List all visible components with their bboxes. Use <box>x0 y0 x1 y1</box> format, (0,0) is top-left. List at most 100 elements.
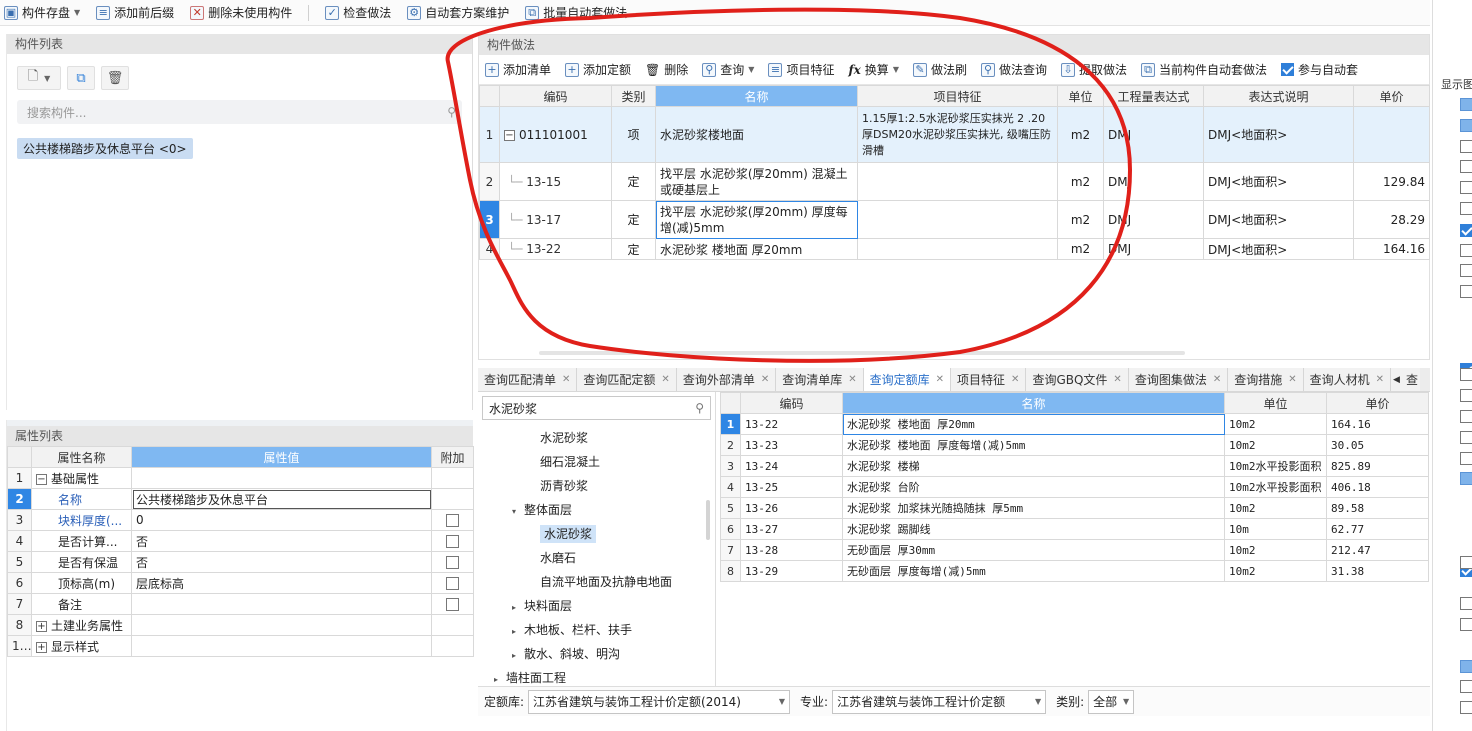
display-checkbox[interactable] <box>1460 430 1472 444</box>
close-icon[interactable]: ✕ <box>562 374 570 385</box>
quota-search-input[interactable]: 水泥砂浆 ⚲ <box>482 396 711 420</box>
display-checkbox[interactable] <box>1460 451 1472 465</box>
extra-checkbox[interactable] <box>446 535 459 548</box>
tab-gbq-file[interactable]: 查询GBQ文件 ✕ <box>1026 368 1129 391</box>
table-row[interactable]: 3 13-24 水泥砂浆 楼梯 10m2水平投影面积 825.89 <box>720 455 1429 477</box>
display-checkbox[interactable] <box>1460 139 1472 153</box>
table-row[interactable]: 5 是否有保温 否 <box>7 551 474 573</box>
delete-button[interactable]: 🗑 删除 <box>645 61 688 78</box>
tab-match-list[interactable]: 查询匹配清单 ✕ <box>478 368 578 391</box>
tree-node[interactable]: ▾ 整体面层 <box>478 498 715 522</box>
tab-list-library[interactable]: 查询清单库 ✕ <box>776 368 864 391</box>
extra-checkbox[interactable] <box>446 514 459 527</box>
query-button[interactable]: ⚲ 查询 ▼ <box>702 61 754 78</box>
display-checkbox[interactable] <box>1460 160 1472 174</box>
save-component-button[interactable]: ▣ 构件存盘 ▼ <box>4 4 80 21</box>
close-icon[interactable]: ✕ <box>936 374 944 385</box>
extra-checkbox[interactable] <box>446 556 459 569</box>
tab-measures[interactable]: 查询措施 ✕ <box>1228 368 1304 391</box>
caret-right-icon[interactable]: ▸ <box>512 620 524 644</box>
table-row[interactable]: 3 块料厚度(... 0 <box>7 509 474 531</box>
copy-component-button[interactable]: ⧉ <box>67 66 95 90</box>
display-checkbox[interactable] <box>1460 472 1472 486</box>
table-row[interactable]: 4 13-25 水泥砂浆 台阶 10m2水平投影面积 406.18 <box>720 476 1429 498</box>
display-checkbox[interactable] <box>1460 223 1472 237</box>
collapse-icon[interactable]: − <box>504 129 515 141</box>
caret-down-icon[interactable]: ▾ <box>512 500 524 524</box>
display-checkbox[interactable] <box>1460 680 1472 694</box>
add-list-button[interactable]: + 添加清单 <box>485 61 551 78</box>
extra-checkbox[interactable] <box>446 577 459 590</box>
tree-node[interactable]: 沥青砂浆 <box>478 474 715 498</box>
tree-node[interactable]: 水泥砂浆 <box>478 522 715 546</box>
add-quota-button[interactable]: + 添加定额 <box>565 61 631 78</box>
table-row[interactable]: 12 + 显示样式 <box>7 635 474 657</box>
display-checkbox[interactable] <box>1460 181 1472 195</box>
tree-node[interactable]: 细石混凝土 <box>478 450 715 474</box>
add-prefix-button[interactable]: ≡ 添加前后缀 <box>96 4 174 21</box>
display-checkbox[interactable] <box>1460 285 1472 299</box>
close-icon[interactable]: ✕ <box>761 374 769 385</box>
component-item[interactable]: 公共楼梯踏步及休息平台 <0> <box>17 138 193 159</box>
table-row[interactable]: 8 + 土建业务属性 <box>7 614 474 636</box>
expand-icon[interactable]: + <box>36 620 47 632</box>
check-method-button[interactable]: ✓ 检查做法 <box>325 4 391 21</box>
display-checkbox[interactable] <box>1460 389 1472 403</box>
close-icon[interactable]: ✕ <box>1011 374 1019 385</box>
type-select[interactable]: 全部 ▼ <box>1088 689 1135 714</box>
name-value-field[interactable]: 公共楼梯踏步及休息平台 <box>131 488 432 510</box>
table-row[interactable]: 1 − 基础属性 <box>7 467 474 489</box>
auto-plan-button[interactable]: ⚙ 自动套方案维护 <box>407 4 509 21</box>
component-search-input[interactable]: 搜索构件... ⚲ <box>17 100 462 124</box>
display-checkbox[interactable] <box>1460 618 1472 631</box>
table-row[interactable]: 6 13-27 水泥砂浆 踢脚线 10m 62.77 <box>720 518 1429 540</box>
display-checkbox[interactable] <box>1460 264 1472 278</box>
display-checkbox[interactable] <box>1460 243 1472 257</box>
batch-auto-button[interactable]: ⧉ 批量自动套做法 <box>525 4 627 21</box>
table-row[interactable]: 1 −011101001 项 水泥砂浆楼地面 1.15厚1:2.5水泥砂浆压实抹… <box>479 106 1430 163</box>
tree-node[interactable]: ▸ 块料面层 <box>478 594 715 618</box>
table-row[interactable]: 1 13-22 水泥砂浆 楼地面 厚20mm 10m2 164.16 <box>720 413 1429 435</box>
major-select[interactable]: 江苏省建筑与装饰工程计价定额 ▼ <box>832 689 1047 714</box>
horizontal-scrollbar[interactable] <box>539 351 1185 355</box>
display-checkbox[interactable] <box>1460 659 1472 673</box>
vertical-scrollbar[interactable] <box>706 500 710 540</box>
display-checkbox[interactable] <box>1460 555 1472 569</box>
close-icon[interactable]: ✕ <box>848 374 856 385</box>
tree-node[interactable]: ▸ 散水、斜坡、明沟 <box>478 642 715 666</box>
close-icon[interactable]: ✕ <box>661 374 669 385</box>
tab-quota-library[interactable]: 查询定额库 ✕ <box>863 368 952 391</box>
new-component-button[interactable]: 🗋 ▼ <box>17 66 61 90</box>
extract-method-button[interactable]: ⇩ 提取做法 <box>1061 61 1127 78</box>
collapse-icon[interactable]: − <box>36 473 47 485</box>
item-feature-button[interactable]: ≡ 项目特征 <box>768 61 834 78</box>
table-row[interactable]: 2 名称 公共楼梯踏步及休息平台 <box>7 488 474 510</box>
table-row[interactable]: 3 └─ 13-17 定 找平层 水泥砂浆(厚20mm) 厚度每增(减)5mm … <box>479 200 1430 239</box>
tab-item-feature[interactable]: 项目特征 ✕ <box>951 368 1027 391</box>
tree-node[interactable]: 水磨石 <box>478 546 715 570</box>
caret-right-icon[interactable]: ▸ <box>512 596 524 620</box>
tab-external-list[interactable]: 查询外部清单 ✕ <box>676 368 777 391</box>
table-row[interactable]: 4 是否计算... 否 <box>7 530 474 552</box>
expand-icon[interactable]: + <box>36 641 47 653</box>
table-row[interactable]: 2 └─ 13-15 定 找平层 水泥砂浆(厚20mm) 混凝土或硬基层上 m2… <box>479 162 1430 201</box>
close-icon[interactable]: ✕ <box>1376 374 1384 385</box>
display-checkbox[interactable] <box>1460 118 1472 132</box>
close-icon[interactable]: ✕ <box>1113 374 1121 385</box>
table-row[interactable]: 2 13-23 水泥砂浆 楼地面 厚度每增(减)5mm 10m2 30.05 <box>720 434 1429 456</box>
display-checkbox[interactable] <box>1460 701 1472 715</box>
display-checkbox[interactable] <box>1460 368 1472 382</box>
table-row[interactable]: 6 顶标高(m) 层底标高 <box>7 572 474 594</box>
method-query-button[interactable]: ⚲ 做法查询 <box>980 61 1047 78</box>
tab-atlas-method[interactable]: 查询图集做法 ✕ <box>1128 368 1229 391</box>
tab-labor-material[interactable]: 查询人材机 ✕ <box>1303 368 1392 391</box>
convert-button[interactable]: fx 换算 ▼ <box>848 61 899 78</box>
display-checkbox[interactable] <box>1460 202 1472 215</box>
table-row[interactable]: 7 备注 <box>7 593 474 615</box>
caret-right-icon[interactable]: ▸ <box>512 644 524 668</box>
close-icon[interactable]: ✕ <box>1288 374 1296 385</box>
close-icon[interactable]: ✕ <box>1213 374 1221 385</box>
delete-component-button[interactable]: 🗑 <box>101 66 129 90</box>
display-checkbox[interactable] <box>1460 98 1472 111</box>
join-auto-checkbox[interactable]: 参与自动套 <box>1281 61 1358 78</box>
